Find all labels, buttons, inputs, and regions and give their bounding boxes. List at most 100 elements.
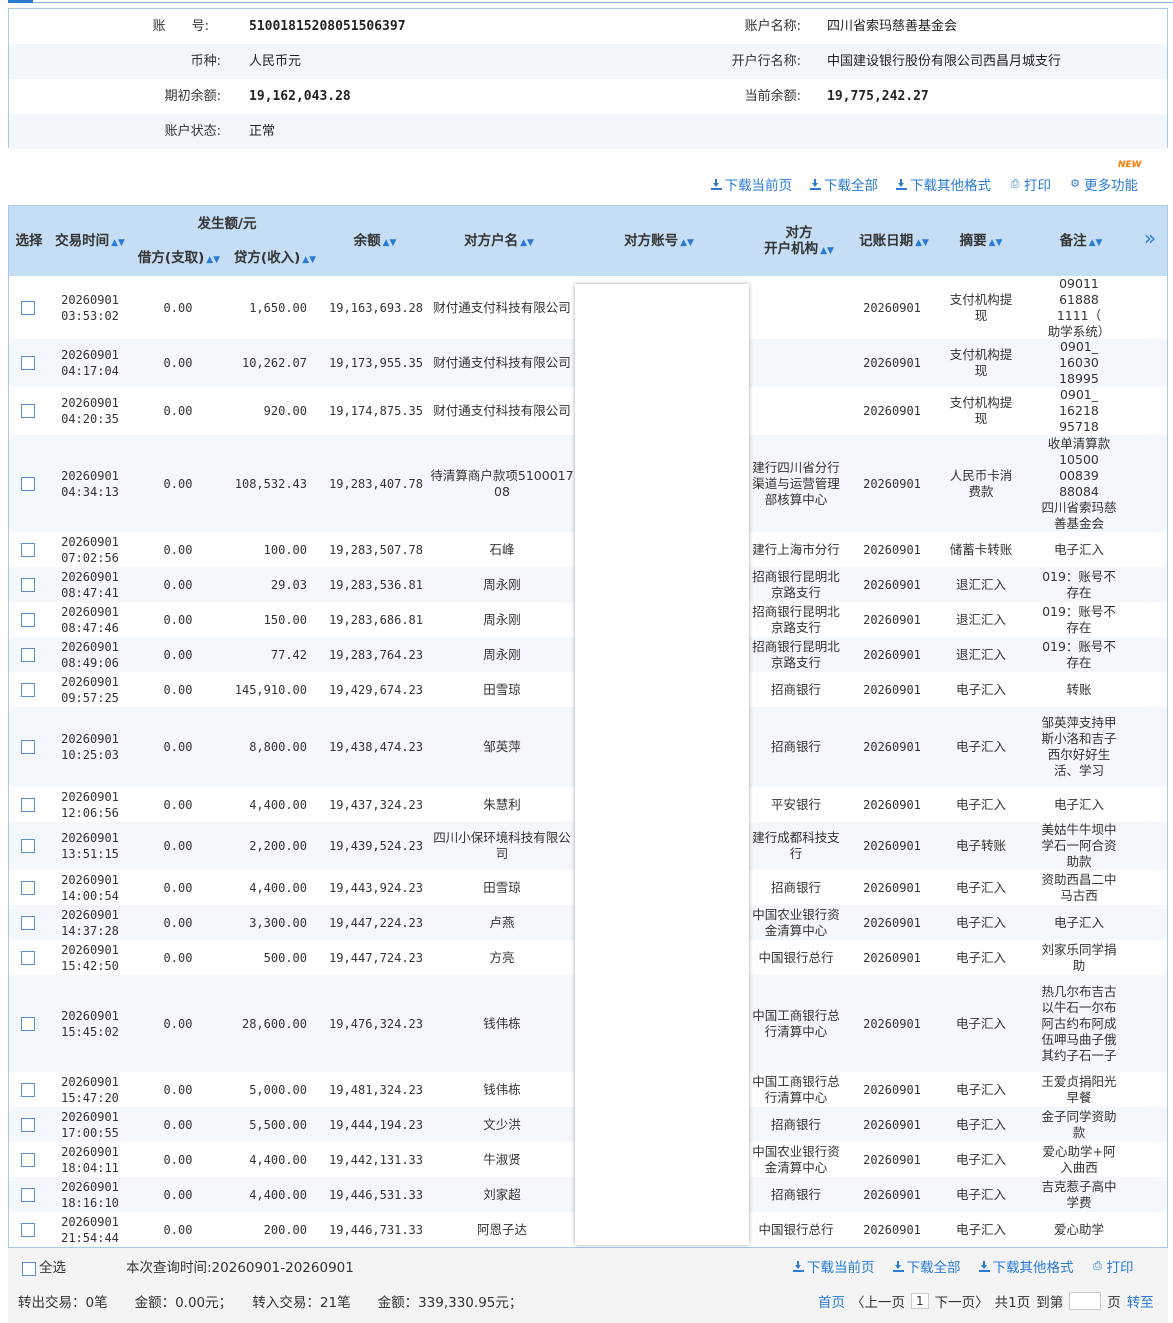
- cell-party-bank: 平安银行: [770, 796, 821, 812]
- row-select-checkbox[interactable]: [21, 682, 35, 697]
- query-time: 本次查询时间:20260901-20260901: [126, 1260, 354, 1276]
- row-select-checkbox[interactable]: [21, 880, 35, 895]
- current-page[interactable]: 1: [911, 1293, 929, 1309]
- cell-time: 20260901 15:47:20: [61, 1074, 119, 1105]
- cell-remark: 王爱贞捐阳光早餐: [1041, 1073, 1117, 1105]
- footer-download-other-label: 下载其他格式: [992, 1260, 1074, 1276]
- opening-balance-value: 19,162,043.28: [249, 89, 351, 104]
- header-time[interactable]: 交易时间 ▲▼: [53, 233, 127, 251]
- cell-remark: 金子同学资助款: [1041, 1108, 1117, 1140]
- checkbox[interactable]: [22, 1262, 36, 1276]
- header-remark[interactable]: 备注 ▲▼: [1049, 233, 1113, 251]
- row-select-checkbox[interactable]: [21, 740, 35, 754]
- row-select-checkbox[interactable]: [21, 356, 35, 370]
- header-debit[interactable]: 借方(支取) ▲▼: [133, 250, 225, 268]
- first-page-link[interactable]: 首页: [818, 1291, 845, 1311]
- active-tab-indicator[interactable]: [8, 0, 33, 3]
- print-button[interactable]: ⎙ 打印: [1009, 174, 1051, 195]
- download-other-format-button[interactable]: 下载其他格式: [896, 174, 991, 194]
- row-checkbox[interactable]: [9, 822, 47, 870]
- row-select-checkbox[interactable]: [21, 1016, 35, 1031]
- download-all-button[interactable]: 下载全部: [810, 174, 878, 194]
- header-party-bank[interactable]: 对方 开户机构 ▲▼: [749, 225, 849, 259]
- download-page-button[interactable]: 下载当前页: [710, 174, 792, 194]
- sort-icon: ▲▼: [988, 238, 1003, 248]
- row-checkbox[interactable]: [9, 602, 47, 637]
- row-checkbox[interactable]: [9, 532, 47, 567]
- next-page-link[interactable]: 下一页〉: [935, 1291, 989, 1311]
- row-checkbox[interactable]: [9, 339, 47, 387]
- cell-post-date: 20260901: [863, 1222, 921, 1237]
- row-checkbox[interactable]: [9, 870, 47, 905]
- row-checkbox[interactable]: [9, 1177, 47, 1212]
- row-select-checkbox[interactable]: [21, 839, 35, 853]
- go-button[interactable]: 转至: [1127, 1291, 1154, 1311]
- cell-balance: 19,429,674.23: [329, 682, 423, 697]
- footer-download-other-button[interactable]: 下载其他格式: [978, 1256, 1074, 1276]
- cell-party-name: 阿恩子达: [476, 1221, 527, 1237]
- cell-post-date: 20260901: [863, 300, 921, 315]
- row-select-checkbox[interactable]: [21, 1117, 35, 1132]
- header-time-label: 交易时间: [55, 233, 110, 249]
- cell-remark: 019：账号不存在: [1042, 603, 1116, 635]
- cell-party-bank: 招商银行: [770, 681, 821, 697]
- prev-page-link[interactable]: 〈上一页: [851, 1291, 905, 1311]
- cell-balance: 19,283,507.78: [329, 542, 423, 557]
- header-credit[interactable]: 贷方(收入) ▲▼: [229, 250, 321, 268]
- row-select-checkbox[interactable]: [21, 577, 35, 592]
- row-checkbox[interactable]: [9, 707, 47, 787]
- cell-post-date: 20260901: [863, 740, 921, 754]
- currency-value: 人民币元: [249, 54, 302, 69]
- row-checkbox[interactable]: [9, 637, 47, 672]
- row-select-checkbox[interactable]: [21, 1152, 35, 1167]
- row-select-checkbox[interactable]: [21, 1082, 35, 1097]
- row-select-checkbox[interactable]: [21, 612, 35, 627]
- row-checkbox[interactable]: [9, 975, 47, 1072]
- cell-credit: 100.00: [263, 542, 307, 557]
- goto-page-input[interactable]: [1069, 1292, 1102, 1310]
- row-checkbox[interactable]: [9, 787, 47, 822]
- row-select-checkbox[interactable]: [21, 915, 35, 930]
- row-checkbox[interactable]: [9, 1107, 47, 1142]
- row-select-checkbox[interactable]: [21, 1222, 35, 1237]
- cell-debit: 0.00: [163, 404, 193, 418]
- row-select-checkbox[interactable]: [21, 647, 35, 662]
- footer-print-button[interactable]: ⎙ 打印: [1092, 1256, 1133, 1277]
- row-checkbox[interactable]: [9, 435, 47, 532]
- row-checkbox[interactable]: [9, 1142, 47, 1177]
- cell-debit: 0.00: [163, 542, 193, 557]
- cell-summary: 电子转账: [955, 838, 1006, 853]
- header-credit-label: 贷方(收入): [233, 250, 301, 266]
- cell-debit: 0.00: [163, 356, 193, 370]
- row-select-checkbox[interactable]: [21, 476, 35, 491]
- header-summary[interactable]: 摘要 ▲▼: [949, 233, 1013, 251]
- row-select-checkbox[interactable]: [21, 404, 35, 418]
- row-select-checkbox[interactable]: [21, 542, 35, 557]
- header-party-name[interactable]: 对方户名 ▲▼: [449, 233, 549, 251]
- expand-columns-icon[interactable]: »: [1137, 228, 1163, 248]
- row-checkbox[interactable]: [9, 567, 47, 602]
- info-row-2: 币种: 人民币元 开户行名称: 中国建设银行股份有限公司西昌月城支行: [9, 44, 1167, 79]
- row-checkbox[interactable]: [9, 1212, 47, 1247]
- row-select-checkbox[interactable]: [21, 300, 35, 315]
- info-row-1: 账 号: 51001815208051506397 账户名称: 四川省索玛慈善基…: [9, 9, 1167, 44]
- header-balance[interactable]: 余额 ▲▼: [335, 233, 415, 251]
- cell-debit: 0.00: [163, 300, 193, 315]
- cell-post-date: 20260901: [863, 612, 921, 627]
- row-select-checkbox[interactable]: [21, 797, 35, 812]
- row-select-checkbox[interactable]: [21, 950, 35, 965]
- cell-time: 20260901 13:51:15: [61, 831, 119, 861]
- header-party-account[interactable]: 对方账号 ▲▼: [609, 233, 709, 251]
- header-post-date[interactable]: 记账日期 ▲▼: [854, 233, 934, 251]
- footer-download-all-button[interactable]: 下载全部: [892, 1256, 961, 1276]
- footer-download-page-button[interactable]: 下载当前页: [793, 1256, 875, 1276]
- more-functions-button[interactable]: ⚙ 更多功能: [1069, 174, 1138, 195]
- row-checkbox[interactable]: [9, 387, 47, 435]
- select-all-checkbox[interactable]: 全选: [22, 1256, 66, 1276]
- row-checkbox[interactable]: [9, 905, 47, 940]
- row-checkbox[interactable]: [9, 940, 47, 975]
- row-checkbox[interactable]: [9, 672, 47, 707]
- row-checkbox[interactable]: [9, 1072, 47, 1107]
- row-checkbox[interactable]: [9, 276, 47, 339]
- row-select-checkbox[interactable]: [21, 1187, 35, 1202]
